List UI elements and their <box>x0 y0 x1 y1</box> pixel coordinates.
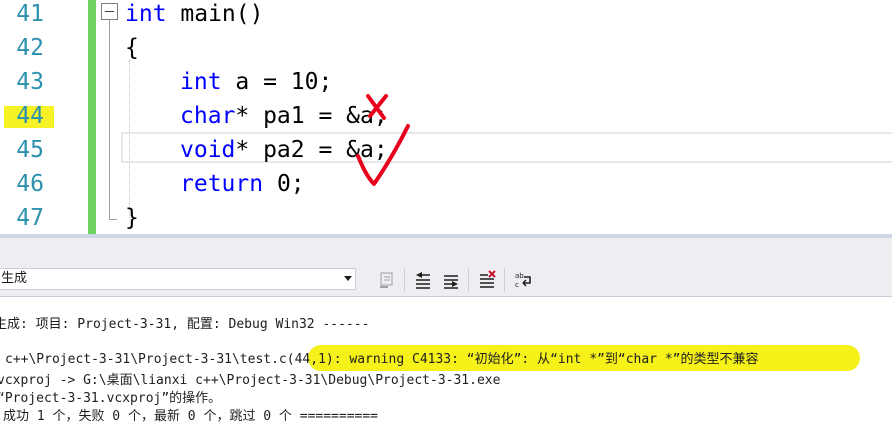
show-output-from-dropdown[interactable]: 生成 <box>0 268 356 290</box>
svg-text:ab: ab <box>515 272 524 280</box>
code-keyword: char <box>180 103 236 129</box>
toolbar-separator <box>468 268 469 292</box>
code-keyword: return <box>180 171 264 197</box>
collapse-icon[interactable] <box>101 3 118 20</box>
code-keyword: int <box>180 69 222 95</box>
line-number: 47 <box>16 205 44 231</box>
code-line[interactable]: { <box>125 31 139 65</box>
check-mark <box>356 124 410 186</box>
code-line[interactable]: return 0; <box>180 167 305 201</box>
line-number: 42 <box>16 35 44 61</box>
code-line[interactable]: int main() <box>125 0 263 31</box>
code-text: { <box>125 35 139 61</box>
line-number: 43 <box>16 69 44 95</box>
code-keyword: int <box>125 1 167 27</box>
code-text: main() <box>166 1 264 27</box>
go-to-error-icon[interactable] <box>376 269 398 291</box>
cross-mark <box>366 94 388 120</box>
output-panel-header <box>0 238 892 260</box>
svg-text:c: c <box>515 281 519 289</box>
output-line: 成功 1 个，失败 0 个，最新 0 个，跳过 0 个 ========== <box>3 409 379 424</box>
next-message-icon[interactable] <box>440 269 462 291</box>
fold-guide <box>109 20 110 220</box>
code-text: } <box>125 205 139 231</box>
output-line: 生成: 项目: Project-3-31, 配置: Debug Win32 --… <box>0 317 370 332</box>
line-number: 46 <box>16 171 44 197</box>
previous-message-icon[interactable] <box>412 269 434 291</box>
line-number: 44 <box>16 103 44 129</box>
toolbar-separator <box>404 268 405 292</box>
chevron-down-icon[interactable] <box>344 276 352 281</box>
clear-all-icon[interactable] <box>476 269 498 291</box>
line-number: 41 <box>16 1 44 27</box>
code-keyword: void <box>180 137 236 163</box>
output-line: vcxproj -> G:\桌面\lianxi c++\Project-3-31… <box>0 373 501 388</box>
code-text: a = 10; <box>221 69 333 95</box>
fold-guide-end <box>109 219 117 220</box>
code-editor[interactable]: 41 42 43 44 45 46 47 int main() { int a … <box>0 0 892 236</box>
line-number: 45 <box>16 137 44 163</box>
dropdown-value: 生成 <box>1 271 28 286</box>
code-text: 0; <box>263 171 305 197</box>
word-wrap-icon[interactable]: ab c <box>512 269 534 291</box>
toolbar-separator <box>504 268 505 292</box>
output-line: “Project-3-31.vcxproj”的操作。 <box>0 391 222 406</box>
output-line: c++\Project-3-31\Project-3-31\test.c(44,… <box>5 352 759 367</box>
change-tracking-bar <box>88 0 96 236</box>
handwritten-marks <box>356 94 410 186</box>
code-line[interactable]: int a = 10; <box>180 65 332 99</box>
code-line[interactable]: } <box>125 201 139 235</box>
